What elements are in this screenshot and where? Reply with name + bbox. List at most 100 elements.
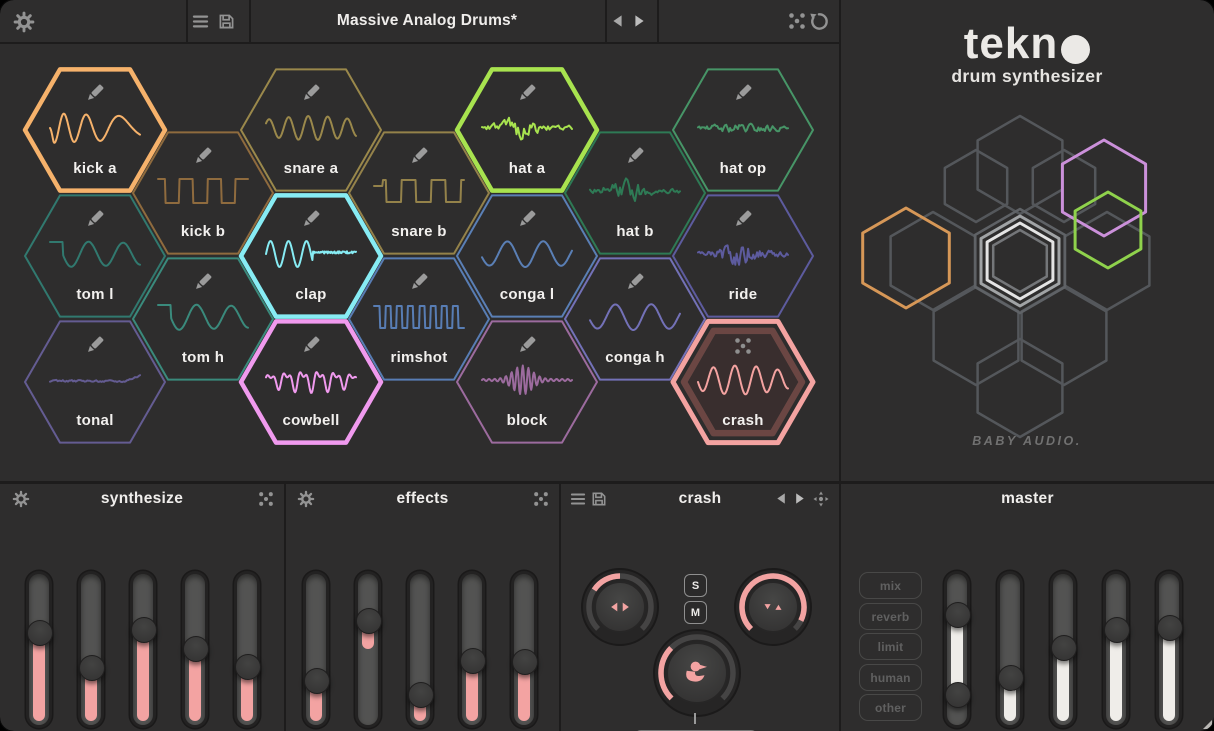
brand-logo: tekn [840, 22, 1214, 66]
panel-effects: effects ringtiltshapesaturreverb [286, 483, 559, 731]
next-preset-arrow-icon[interactable] [633, 15, 645, 27]
pad-waveform [482, 118, 572, 140]
slider-knob[interactable] [1157, 615, 1183, 641]
resize-handle[interactable] [1203, 720, 1212, 729]
calibrate-human-button[interactable]: human [859, 664, 922, 691]
divider [186, 0, 188, 42]
duck-knob[interactable] [651, 627, 743, 719]
brand-panel: tekn drum synthesizer BABY AUDIO. [840, 0, 1214, 483]
pad-edit-pencil-icon[interactable] [194, 147, 212, 165]
slider-freq[interactable] [29, 574, 49, 725]
synth-randomize-dice-icon[interactable] [259, 492, 273, 506]
brand-credit: BABY AUDIO. [840, 434, 1214, 448]
pad-edit-pencil-icon[interactable] [518, 210, 536, 228]
slider-knob[interactable] [79, 655, 105, 681]
slider-knob[interactable] [131, 617, 157, 643]
slider-knob[interactable] [356, 608, 382, 634]
pad-edit-pencil-icon[interactable] [626, 273, 644, 291]
slider-length[interactable] [81, 574, 101, 725]
pad-label: snare b [391, 223, 446, 240]
pad-edit-pencil-icon[interactable] [734, 84, 752, 102]
slider-pitch[interactable] [133, 574, 153, 725]
slider-clip[interactable] [1106, 574, 1126, 725]
pad-crash[interactable]: crash [668, 316, 818, 448]
slider-satur[interactable] [462, 574, 482, 725]
slider-ring[interactable] [306, 574, 326, 725]
slider-warp[interactable] [237, 574, 257, 725]
effects-randomize-dice-icon[interactable] [534, 492, 548, 506]
pad-locate-icon[interactable] [813, 491, 829, 507]
calibrate-other-button[interactable]: other [859, 694, 922, 721]
slider-knob[interactable] [512, 649, 538, 675]
slider-fill [1163, 627, 1175, 721]
slider-knob[interactable] [945, 682, 971, 708]
divider [657, 0, 659, 42]
pad-edit-pencil-icon[interactable] [734, 210, 752, 228]
slider-limit[interactable] [1053, 574, 1073, 725]
pad-waveform [158, 179, 248, 203]
slider-knob[interactable] [408, 682, 434, 708]
save-icon[interactable] [219, 14, 234, 29]
pad-label: hat a [509, 160, 546, 177]
calibrate-mix-button[interactable]: mix [859, 572, 922, 599]
pad-edit-pencil-icon[interactable] [518, 336, 536, 354]
randomize-dice-icon[interactable] [789, 13, 805, 29]
mute-button[interactable]: M [684, 601, 707, 624]
duck-source-tick [694, 713, 696, 724]
pad-edit-pencil-icon[interactable] [86, 336, 104, 354]
slider-shape[interactable] [410, 574, 430, 725]
slider-knob[interactable] [1104, 617, 1130, 643]
pad-waveform [266, 241, 356, 267]
slider-reso[interactable] [185, 574, 205, 725]
slider-knob[interactable] [460, 648, 486, 674]
pad-edit-pencil-icon[interactable] [410, 273, 428, 291]
pad-block[interactable]: block [452, 316, 602, 448]
calibrate-limit-button[interactable]: limit [859, 633, 922, 660]
solo-button[interactable]: S [684, 574, 707, 597]
settings-gear-icon[interactable] [14, 12, 34, 32]
slider-knob[interactable] [304, 668, 330, 694]
pan-knob[interactable] [579, 566, 661, 648]
pad-edit-pencil-icon[interactable] [518, 84, 536, 102]
effects-title: effects [286, 483, 559, 515]
pad-edit-pencil-icon[interactable] [302, 210, 320, 228]
pad-waveform [590, 178, 680, 201]
slider-cutoff[interactable] [947, 574, 967, 725]
slider-knob[interactable] [235, 654, 261, 680]
pad-label: kick b [181, 223, 225, 240]
slider-knob[interactable] [183, 636, 209, 662]
prev-preset-arrow-icon[interactable] [612, 15, 624, 27]
pad-edit-pencil-icon[interactable] [86, 84, 104, 102]
calibrate-reverb-button[interactable]: reverb [859, 603, 922, 630]
pad-cowbell[interactable]: cowbell [236, 316, 386, 448]
slider-knob[interactable] [998, 665, 1024, 691]
tune-knob[interactable] [732, 566, 814, 648]
pad-edit-pencil-icon[interactable] [194, 273, 212, 291]
slider-knob[interactable] [1051, 635, 1077, 661]
slider-level[interactable] [1159, 574, 1179, 725]
pad-next-arrow-icon[interactable] [794, 493, 805, 504]
pad-label: hat b [616, 223, 653, 240]
pad-edit-pencil-icon[interactable] [86, 210, 104, 228]
pad-label: tonal [76, 412, 113, 429]
pad-editor-header: crash [561, 483, 839, 515]
pad-edit-pencil-icon[interactable] [302, 336, 320, 354]
menu-hamburger-icon[interactable] [193, 14, 208, 29]
slider-knob[interactable] [27, 620, 53, 646]
pad-tonal[interactable]: tonal [20, 316, 170, 448]
pad-label: kick a [73, 160, 117, 177]
reset-icon[interactable] [811, 13, 828, 30]
slider-track[interactable] [358, 574, 378, 725]
deco-hexagon-art [840, 114, 1214, 430]
pad-label: tom h [182, 349, 224, 366]
slider-reverb[interactable] [514, 574, 534, 725]
slider-knob[interactable] [945, 602, 971, 628]
pad-prev-arrow-icon[interactable] [776, 493, 787, 504]
pad-edit-pencil-icon[interactable] [302, 84, 320, 102]
pad-waveform [698, 124, 788, 132]
pad-label: ride [729, 286, 758, 303]
slider-tilt[interactable] [358, 574, 378, 725]
slider-human[interactable] [1000, 574, 1020, 725]
pad-edit-pencil-icon[interactable] [626, 147, 644, 165]
pad-edit-pencil-icon[interactable] [410, 147, 428, 165]
